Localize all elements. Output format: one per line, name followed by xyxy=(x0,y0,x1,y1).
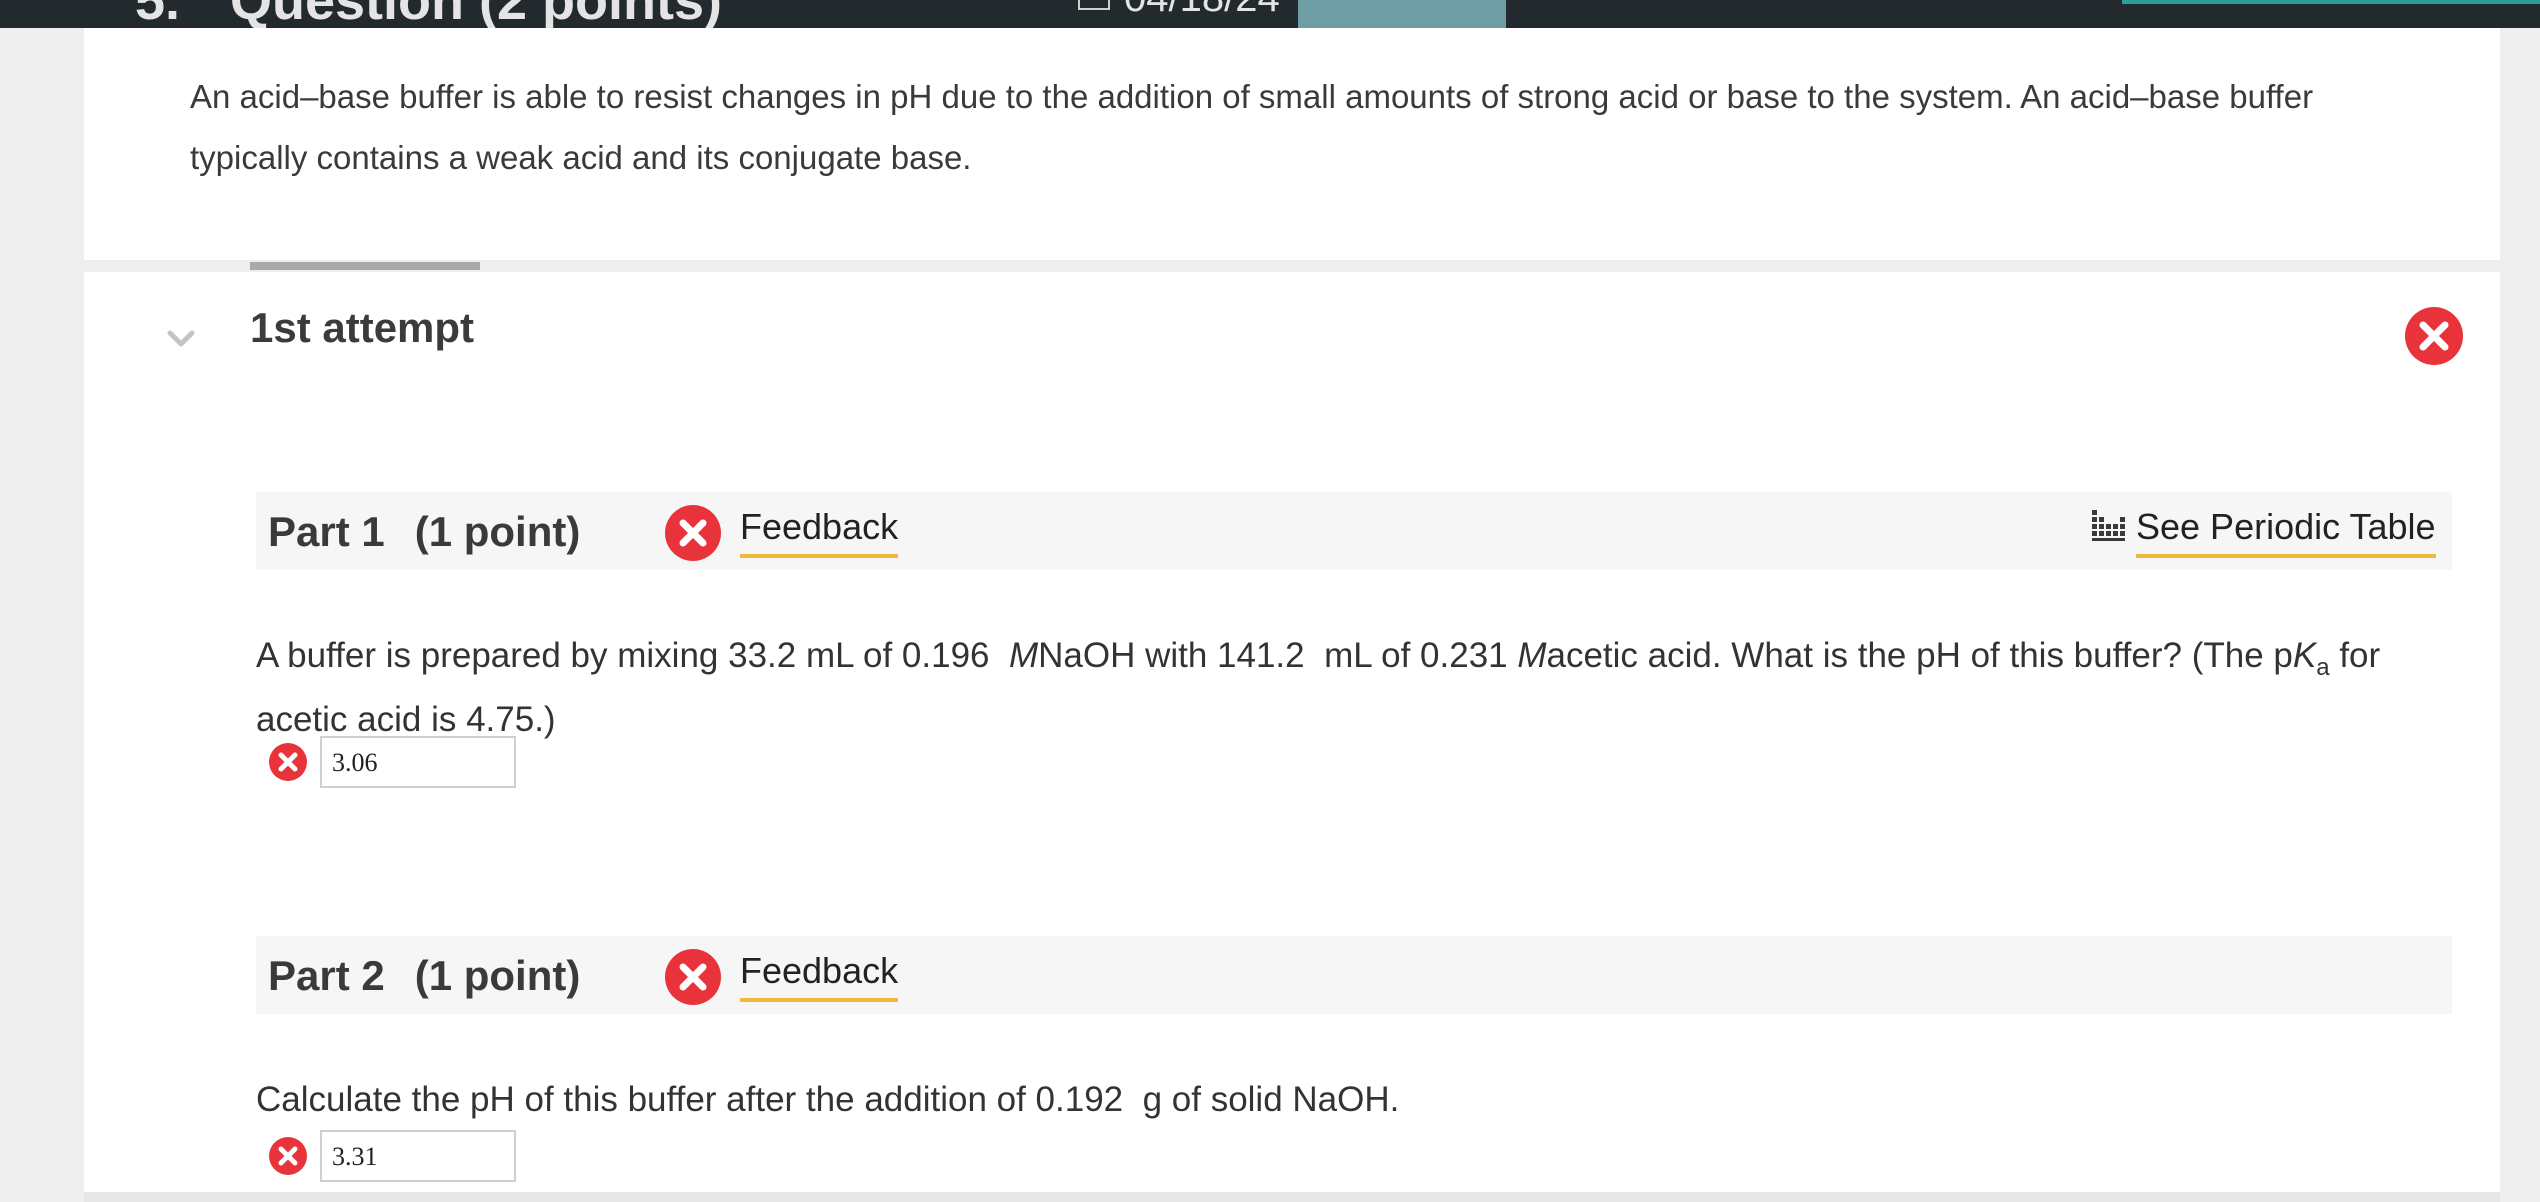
incorrect-x-icon xyxy=(665,505,721,561)
card-divider xyxy=(84,1192,2500,1202)
feedback-link[interactable]: Feedback xyxy=(740,950,899,1002)
incorrect-x-icon xyxy=(2405,307,2463,365)
see-periodic-table-link[interactable]: See Periodic Table xyxy=(2136,506,2436,558)
part-points: (1 point) xyxy=(414,508,581,555)
incorrect-x-icon xyxy=(665,949,721,1005)
due-date: 04/18/24 xyxy=(1124,0,1280,18)
attempt-tab-indicator xyxy=(250,262,480,270)
chevron-down-icon[interactable] xyxy=(166,324,196,354)
attempt-title: 1st attempt xyxy=(250,304,475,351)
progress-accent xyxy=(2122,0,2540,4)
intro-text: An acid–base buffer is able to resist ch… xyxy=(190,78,2314,176)
question-heading: Question (2 points) xyxy=(230,0,722,31)
intro-card: An acid–base buffer is able to resist ch… xyxy=(84,28,2500,260)
part-label: Part 1 xyxy=(268,508,385,555)
part-2-question: Calculate the pH of this buffer after th… xyxy=(256,1080,1400,1119)
part-2-title: Part 2 (1 point) xyxy=(268,952,580,1000)
incorrect-x-icon xyxy=(269,1137,307,1175)
part-2-header: Part 2 (1 point) Feedback xyxy=(256,936,2452,1014)
periodic-table-icon[interactable] xyxy=(2090,508,2128,546)
part-label: Part 2 xyxy=(268,952,385,999)
part-1-header: Part 1 (1 point) Feedback See Periodic Ta… xyxy=(256,492,2452,570)
calendar-icon xyxy=(1078,0,1110,10)
attempt-card: 1st attempt Part 1 (1 point) Feedback See… xyxy=(84,262,2500,1192)
question-number: 5. xyxy=(135,0,181,31)
top-bar: 5. Question (2 points) 04/18/24 xyxy=(0,0,2540,28)
part-1-title: Part 1 (1 point) xyxy=(268,508,580,556)
part-1-question: A buffer is prepared by mixing 33.2 mL o… xyxy=(256,636,2381,739)
feedback-link[interactable]: Feedback xyxy=(740,506,899,558)
incorrect-x-icon xyxy=(269,743,307,781)
part-points: (1 point) xyxy=(414,952,581,999)
part-1-answer-field[interactable]: 3.06 xyxy=(320,736,516,788)
active-tab[interactable] xyxy=(1298,0,1506,28)
part-2-answer-field[interactable]: 3.31 xyxy=(320,1130,516,1182)
